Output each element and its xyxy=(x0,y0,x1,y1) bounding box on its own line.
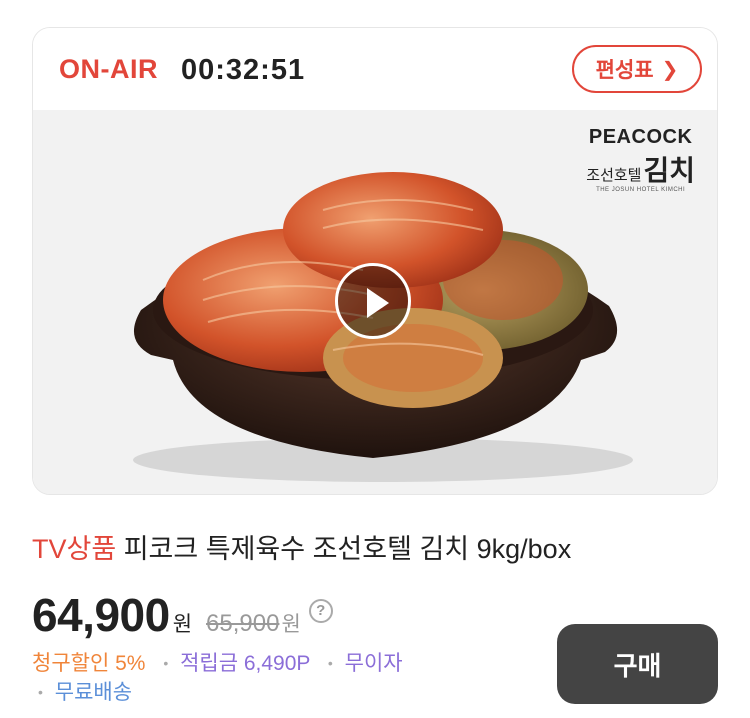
benefit-row: 청구할인 5% • 적립금 6,490P • 무이자 xyxy=(32,650,403,679)
brand-tagline: THE JOSUN HOTEL KIMCHI xyxy=(596,187,686,193)
live-broadcast-card: ON-AIR 00:32:51 편성표 ❯ PEACOCK 조선호텔 김치 TH… xyxy=(32,27,718,495)
product-video[interactable]: PEACOCK 조선호텔 김치 THE JOSUN HOTEL KIMCHI xyxy=(33,110,717,494)
play-icon xyxy=(367,288,389,318)
price-row: 64,900 원 65,900 원 ? xyxy=(32,588,333,642)
original-price-currency: 원 xyxy=(281,613,301,636)
bullet-dot-icon: • xyxy=(163,655,169,671)
tv-product-tag: TV상품 xyxy=(32,534,117,564)
brand-sub-small: 조선호텔 xyxy=(586,166,642,184)
on-air-label: ON-AIR xyxy=(59,54,158,84)
chevron-right-icon: ❯ xyxy=(661,58,679,81)
schedule-button[interactable]: 편성표 ❯ xyxy=(572,45,702,93)
bullet-dot-icon: • xyxy=(327,655,333,671)
product-name: 피코크 특제육수 조선호텔 김치 9kg/box xyxy=(123,534,572,564)
brand-sub-big: 김치 xyxy=(643,154,695,187)
original-price: 65,900 xyxy=(206,610,280,637)
card-discount-benefit: 청구할인 5% xyxy=(32,652,146,675)
brand-logo: PEACOCK 조선호텔 김치 THE JOSUN HOTEL KIMCHI xyxy=(586,126,695,193)
brand-name: PEACOCK xyxy=(588,126,693,148)
installment-benefit: 무이자 xyxy=(344,652,403,675)
bullet-dot-icon: • xyxy=(38,684,43,700)
sale-price: 64,900 xyxy=(32,589,170,641)
play-button[interactable] xyxy=(335,263,411,339)
buy-button[interactable]: 구매 xyxy=(557,624,718,704)
live-header: ON-AIR 00:32:51 편성표 ❯ xyxy=(33,28,717,110)
points-benefit: 적립금 6,490P xyxy=(180,652,311,675)
brand-subtitle: 조선호텔 김치 xyxy=(586,157,695,185)
product-title[interactable]: TV상품 피코크 특제육수 조선호텔 김치 9kg/box xyxy=(32,527,571,566)
benefit-list: 청구할인 5% • 적립금 6,490P • 무이자 • 무료배송 xyxy=(32,650,403,708)
help-icon[interactable]: ? xyxy=(308,599,333,623)
schedule-button-label: 편성표 xyxy=(595,59,654,82)
sale-price-currency: 원 xyxy=(172,613,193,636)
benefit-row: • 무료배송 xyxy=(32,679,403,708)
free-shipping-benefit: 무료배송 xyxy=(54,681,133,704)
broadcast-timer: 00:32:51 xyxy=(181,54,306,86)
